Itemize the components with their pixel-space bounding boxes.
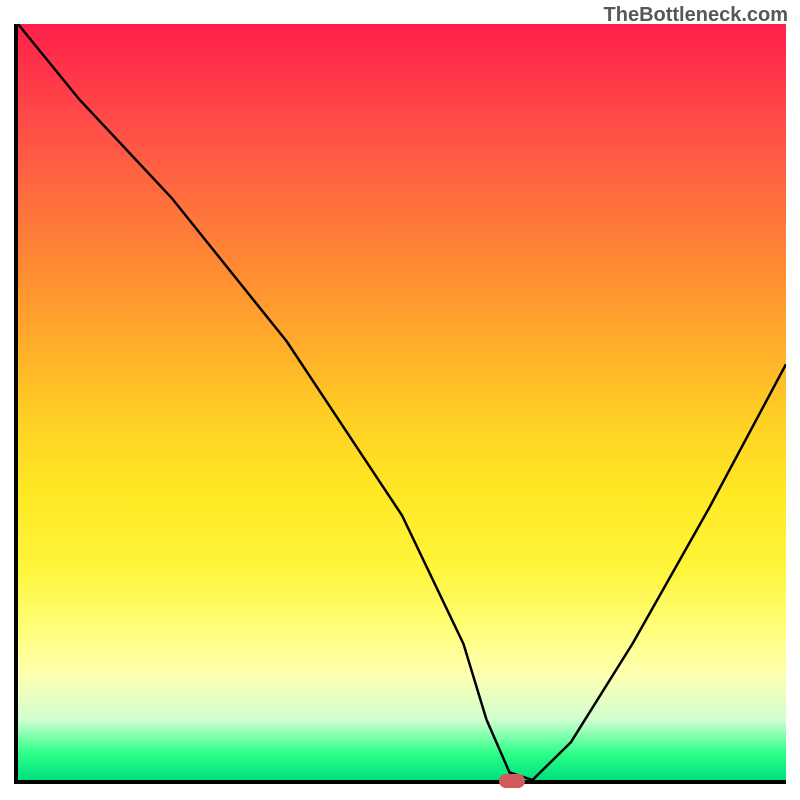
plot-area [14, 24, 786, 784]
attribution-text: TheBottleneck.com [604, 4, 788, 27]
optimal-marker [499, 774, 525, 788]
bottleneck-curve [18, 24, 786, 780]
